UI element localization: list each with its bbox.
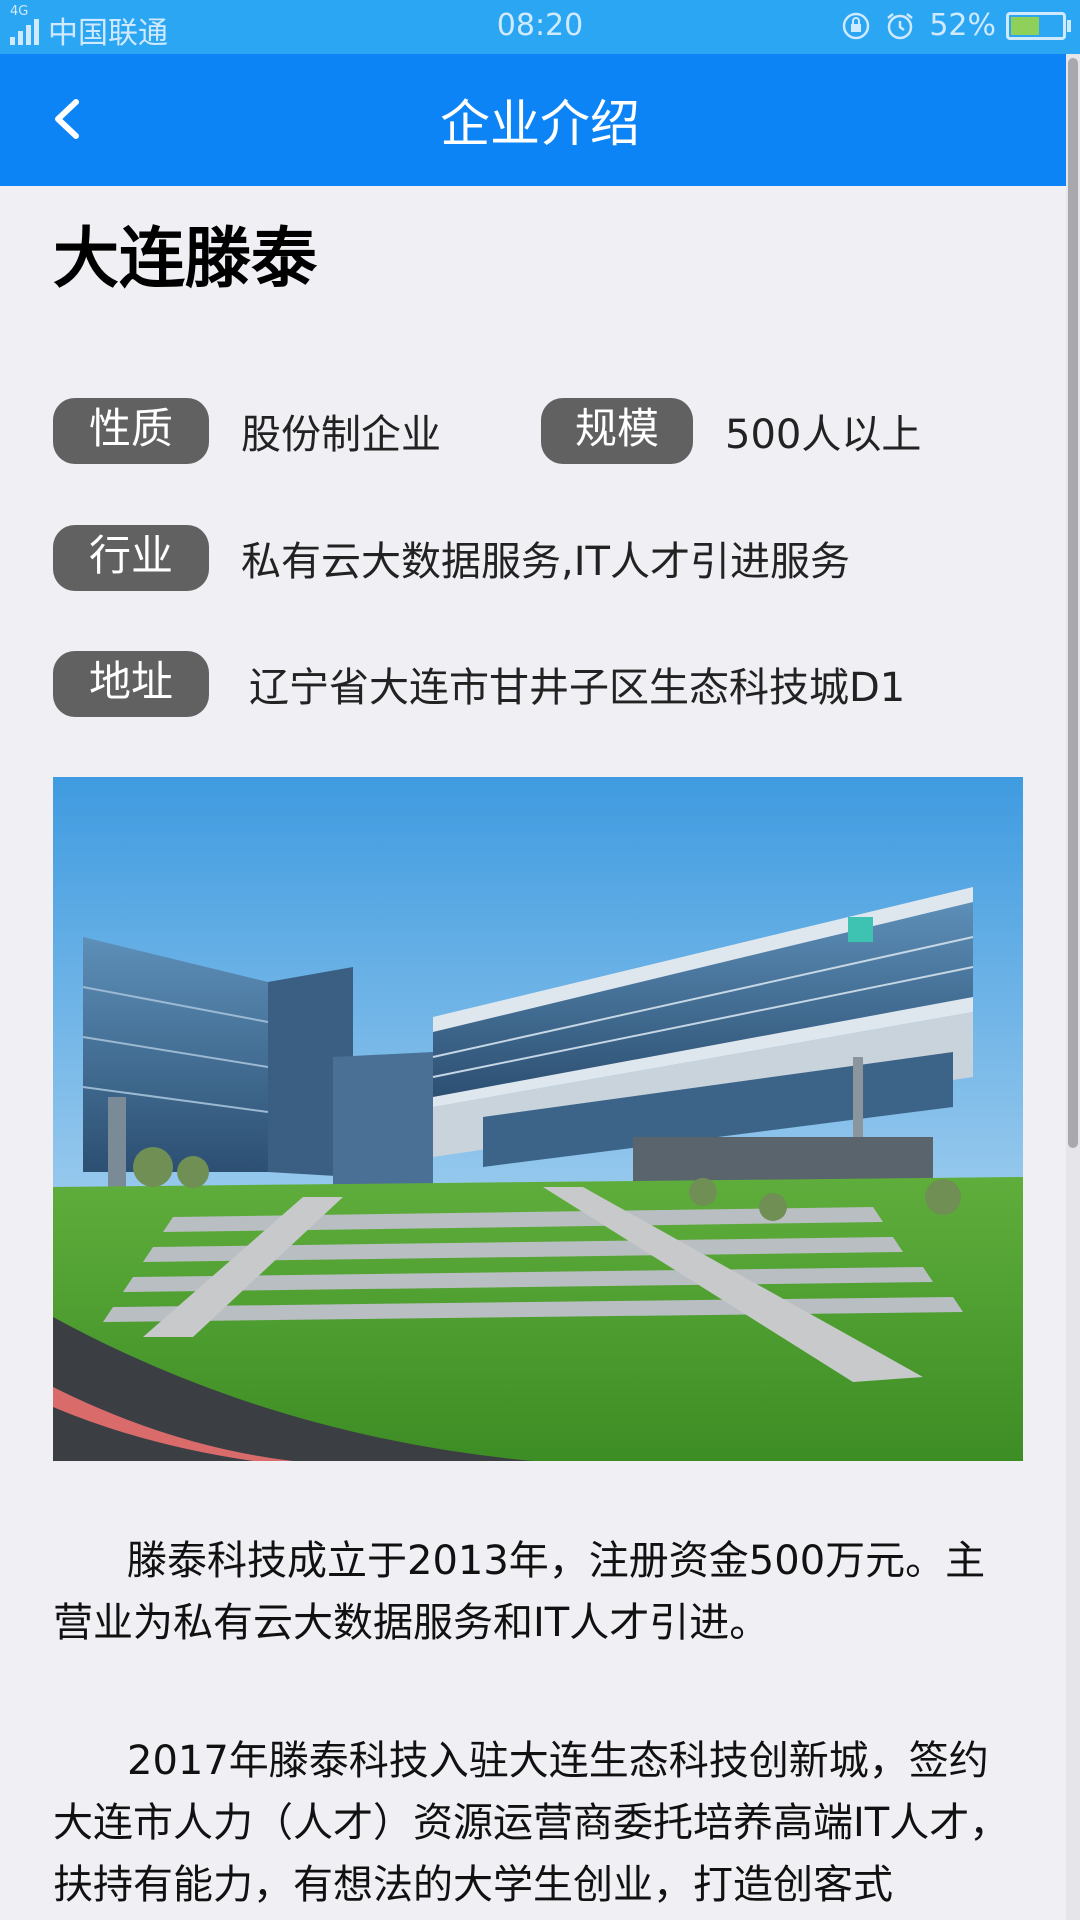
company-building-photo bbox=[53, 777, 1023, 1461]
description-paragraph-1: 滕泰科技成立于2013年，注册资金500万元。主营业为私有云大数据服务和IT人才… bbox=[53, 1538, 986, 1646]
address-value: 辽宁省大连市甘井子区生态科技城D1 bbox=[249, 665, 906, 711]
info-row-industry: 行业 私有云大数据服务,IT人才引进服务 bbox=[53, 525, 850, 591]
page-title: 企业介绍 bbox=[440, 95, 640, 153]
nav-bar: 企业介绍 bbox=[0, 54, 1080, 186]
address-label: 地址 bbox=[53, 651, 209, 717]
scale-value: 500人以上 bbox=[725, 412, 922, 458]
status-bar: 4G 中国联通 08:20 52% bbox=[0, 0, 1080, 54]
industry-label: 行业 bbox=[53, 525, 209, 591]
info-row-nature-scale: 性质 股份制企业 规模 500人以上 bbox=[53, 398, 921, 464]
company-name: 大连滕泰 bbox=[53, 220, 317, 297]
lock-rotation-icon bbox=[843, 12, 870, 39]
battery-fill bbox=[1011, 16, 1040, 35]
alarm-icon bbox=[887, 12, 914, 39]
battery-icon bbox=[1006, 11, 1071, 40]
scrollbar-thumb[interactable] bbox=[1068, 58, 1078, 1148]
description-paragraph-2: 2017年滕泰科技入驻大连生态科技创新城，签约大连市人力（人才）资源运营商委托培… bbox=[53, 1738, 1010, 1908]
nature-label: 性质 bbox=[53, 398, 209, 464]
nature-value: 股份制企业 bbox=[241, 412, 441, 458]
company-content: 大连滕泰 性质 股份制企业 规模 500人以上 行业 私有云大数据服务,IT人才… bbox=[53, 186, 1023, 1908]
industry-value: 私有云大数据服务,IT人才引进服务 bbox=[241, 539, 850, 585]
battery-percent: 52% bbox=[929, 8, 996, 43]
scale-label: 规模 bbox=[541, 398, 693, 464]
info-row-address: 地址 辽宁省大连市甘井子区生态科技城D1 bbox=[53, 651, 905, 717]
